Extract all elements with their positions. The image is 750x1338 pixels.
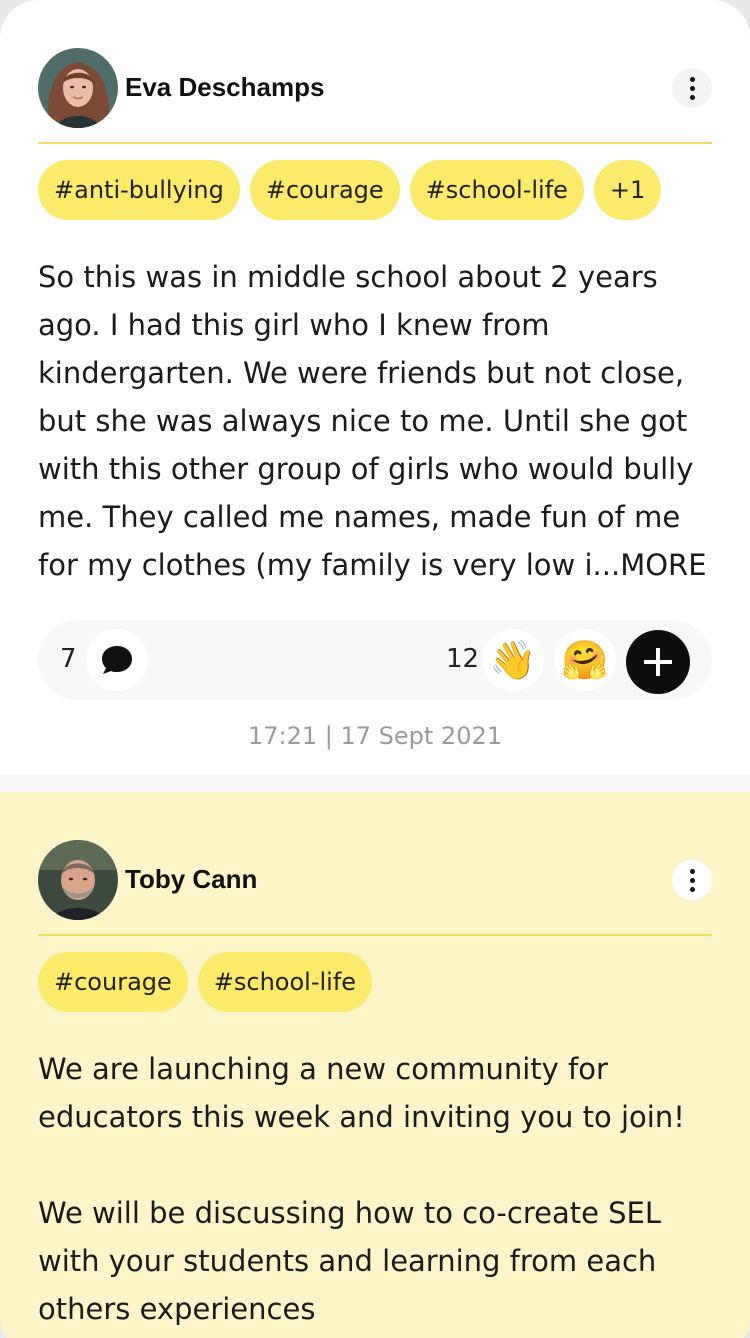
- comment-count: 7: [60, 644, 77, 674]
- header-divider: [38, 142, 712, 144]
- more-options-button[interactable]: [672, 68, 712, 108]
- more-tags-chip[interactable]: +1: [593, 160, 662, 220]
- more-vertical-icon: [689, 76, 695, 100]
- author-name[interactable]: Eva Deschamps: [125, 72, 324, 103]
- post-timestamp: 17:21 | 17 Sept 2021: [247, 722, 503, 750]
- post-card-highlighted: Toby Cann #courage #school-life We are l…: [0, 792, 750, 1338]
- tag-chip[interactable]: #anti-bullying: [38, 160, 240, 220]
- tag-chip[interactable]: #school-life: [409, 160, 584, 220]
- author-avatar[interactable]: [38, 840, 118, 920]
- tag-list: #courage #school-life: [38, 952, 373, 1012]
- more-vertical-icon: [689, 868, 695, 892]
- post-separator: [0, 775, 750, 792]
- tag-chip[interactable]: #courage: [38, 952, 188, 1012]
- tag-chip[interactable]: #courage: [249, 160, 400, 220]
- hugging-face-emoji: 🤗: [561, 638, 609, 682]
- tag-list: #anti-bullying #courage #school-life +1: [38, 160, 662, 220]
- feed-screen: Eva Deschamps #anti-bullying #courage #s…: [0, 0, 750, 1338]
- post-body[interactable]: We are launching a new community for edu…: [38, 1045, 728, 1333]
- reaction-count: 12: [446, 644, 480, 674]
- plus-icon: [644, 648, 672, 676]
- header-divider: [38, 934, 712, 936]
- author-name[interactable]: Toby Cann: [125, 864, 257, 895]
- post-body[interactable]: So this was in middle school about 2 yea…: [38, 253, 728, 589]
- waving-hand-emoji: 👋: [489, 638, 537, 682]
- reaction-bar: 7 12 👋 🤗: [38, 620, 712, 700]
- comment-button[interactable]: [86, 629, 148, 691]
- more-options-button[interactable]: [672, 860, 712, 900]
- add-reaction-button[interactable]: [626, 630, 690, 694]
- wave-reaction-button[interactable]: 👋: [482, 629, 544, 691]
- author-avatar[interactable]: [38, 48, 118, 128]
- tag-chip[interactable]: #school-life: [197, 952, 373, 1012]
- chat-bubble-icon: [102, 646, 132, 674]
- post-card: Eva Deschamps #anti-bullying #courage #s…: [0, 0, 750, 775]
- hug-reaction-button[interactable]: 🤗: [554, 629, 616, 691]
